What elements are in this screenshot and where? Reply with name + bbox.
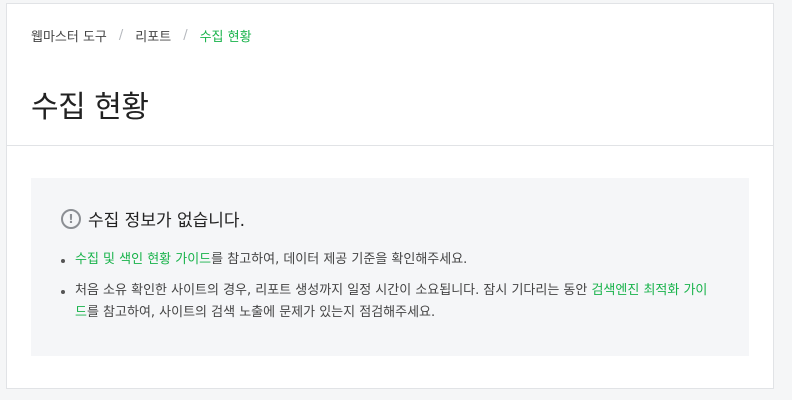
- breadcrumb-separator: /: [118, 28, 124, 43]
- notice-item-text: 를 참고하여, 사이트의 검색 노출에 문제가 있는지 점검해주세요.: [86, 305, 436, 320]
- breadcrumb: 웹마스터 도구 / 리포트 / 수집 현황: [31, 26, 252, 45]
- notice-item-text: 를 참고하여, 데이터 제공 기준을 확인해주세요.: [211, 252, 468, 267]
- breadcrumb-report[interactable]: 리포트: [135, 26, 171, 45]
- breadcrumb-separator: /: [183, 28, 188, 43]
- notice-item-text: 처음 소유 확인한 사이트의 경우, 리포트 생성까지 일정 시간이 소요됩니다…: [75, 283, 592, 298]
- notice-item: 처음 소유 확인한 사이트의 경우, 리포트 생성까지 일정 시간이 소요됩니다…: [61, 280, 719, 324]
- notice-header: ! 수집 정보가 없습니다.: [61, 206, 719, 231]
- empty-notice: ! 수집 정보가 없습니다. 수집 및 색인 현황 가이드를 참고하여, 데이터…: [31, 178, 749, 356]
- notice-title: 수집 정보가 없습니다.: [88, 211, 245, 231]
- alert-circle-icon: !: [61, 208, 81, 229]
- notice-list: 수집 및 색인 현황 가이드를 참고하여, 데이터 제공 기준을 확인해주세요.…: [61, 249, 719, 324]
- breadcrumb-current: 수집 현황: [199, 30, 252, 45]
- page-header: 웹마스터 도구 / 리포트 / 수집 현황 수집 현황: [7, 4, 773, 146]
- notice-item: 수집 및 색인 현황 가이드를 참고하여, 데이터 제공 기준을 확인해주세요.: [61, 249, 719, 271]
- indexing-guide-link[interactable]: 수집 및 색인 현황 가이드: [75, 252, 211, 267]
- report-card: 웹마스터 도구 / 리포트 / 수집 현황 수집 현황 ! 수집 정보가 없습니…: [6, 3, 774, 389]
- breadcrumb-webmaster-tools[interactable]: 웹마스터 도구: [31, 26, 107, 45]
- page-title: 수집 현황: [31, 90, 149, 125]
